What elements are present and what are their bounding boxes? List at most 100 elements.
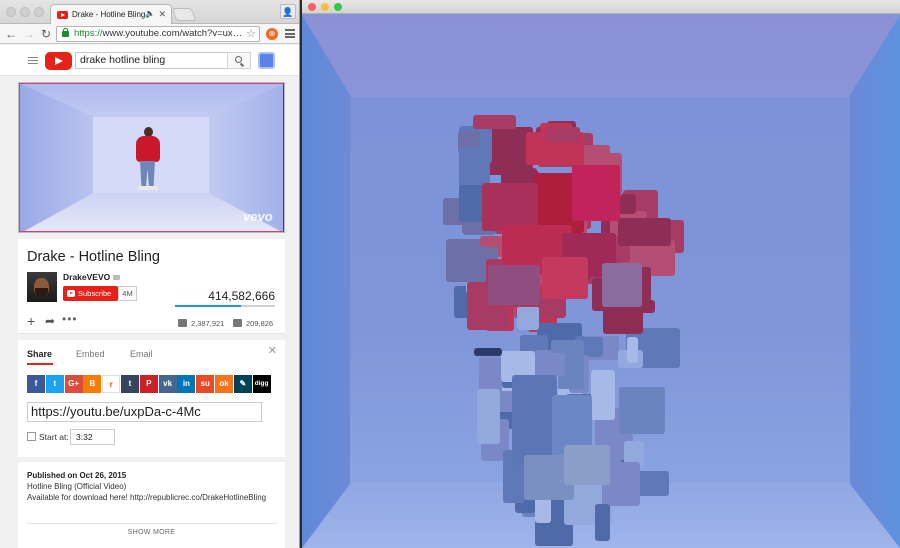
google-plus-share-button[interactable]: G+ bbox=[64, 375, 83, 393]
render-scene bbox=[302, 15, 900, 548]
browser-toolbar: ← → ↻ https://www.youtube.com/watch?v=ux… bbox=[0, 24, 299, 44]
share-url-field[interactable]: https://youtu.be/uxpDa-c-4Mc bbox=[27, 402, 262, 422]
scene-ceiling bbox=[302, 15, 900, 97]
youtube-favicon-icon bbox=[57, 11, 68, 19]
figure-block bbox=[517, 305, 540, 330]
figure-block bbox=[595, 503, 610, 541]
thumbs-up-icon bbox=[178, 319, 187, 327]
like-ratio-fill bbox=[175, 305, 241, 307]
subscribe-label: Subscribe bbox=[78, 289, 112, 298]
like-button[interactable]: 2,387,921 bbox=[178, 319, 224, 328]
figure-block bbox=[473, 115, 516, 129]
figure-block bbox=[626, 337, 638, 363]
render-window bbox=[302, 0, 900, 548]
window-close-button[interactable] bbox=[308, 3, 316, 11]
active-tab-underline bbox=[27, 363, 53, 365]
figure-block bbox=[617, 218, 672, 247]
video-title: Drake - Hotline Bling bbox=[27, 249, 160, 265]
twitter-share-button[interactable]: t bbox=[45, 375, 64, 393]
more-actions-icon[interactable]: ••• bbox=[62, 312, 78, 326]
description-line: Available for download here! http://repu… bbox=[27, 493, 267, 502]
subscribe-button[interactable]: Subscribe bbox=[63, 286, 118, 301]
blogger-share-button[interactable]: B bbox=[83, 375, 102, 393]
search-icon bbox=[235, 56, 242, 63]
youtube-play-icon bbox=[67, 290, 75, 297]
share-panel: Share Embed Email ✕ f t G+ Br t Pvk in su ok ✎ dig… bbox=[18, 340, 285, 457]
youtube-logo[interactable] bbox=[45, 52, 72, 70]
figure-block bbox=[488, 265, 540, 305]
back-arrow-icon[interactable]: ← bbox=[5, 26, 17, 42]
speaker-icon[interactable]: 🔈 bbox=[145, 9, 155, 18]
description-card: Published on Oct 26, 2015 Hotline Bling … bbox=[18, 462, 285, 548]
tab-embed[interactable]: Embed bbox=[76, 349, 105, 359]
odnoklassniki-share-button[interactable]: ok bbox=[215, 375, 233, 393]
video-player[interactable]: vevo bbox=[18, 82, 285, 233]
render-window-titlebar bbox=[302, 0, 900, 14]
share-icon[interactable]: ➦ bbox=[45, 314, 55, 328]
stumbleupon-share-button[interactable]: su bbox=[196, 375, 215, 393]
digg-share-button[interactable]: digg bbox=[252, 375, 271, 393]
tab-title: Drake - Hotline Bling bbox=[72, 10, 146, 19]
new-tab-button[interactable] bbox=[171, 8, 197, 21]
channel-name[interactable]: DrakeVEVO bbox=[63, 272, 121, 282]
figure-block bbox=[619, 386, 665, 434]
address-bar[interactable]: https://www.youtube.com/watch?v=ux… ☆ bbox=[56, 26, 260, 42]
chrome-menu-icon[interactable] bbox=[285, 29, 295, 38]
like-ratio-bar bbox=[175, 305, 275, 307]
window-minimize-button[interactable] bbox=[20, 7, 30, 17]
player-frame bbox=[19, 83, 284, 232]
forward-arrow-icon[interactable]: → bbox=[23, 26, 35, 42]
share-close-icon[interactable]: ✕ bbox=[268, 344, 277, 357]
figure-block bbox=[602, 263, 642, 307]
linkedin-share-button[interactable]: in bbox=[177, 375, 196, 393]
window-close-button[interactable] bbox=[6, 7, 16, 17]
tab-share[interactable]: Share bbox=[27, 349, 52, 359]
url-scheme: https:// bbox=[74, 28, 103, 39]
facebook-share-button[interactable]: f bbox=[27, 375, 45, 393]
figure-block bbox=[572, 165, 620, 221]
window-minimize-button[interactable] bbox=[321, 3, 329, 11]
window-zoom-button[interactable] bbox=[34, 7, 44, 17]
pinterest-share-button[interactable]: P bbox=[139, 375, 158, 393]
figure-block bbox=[591, 370, 615, 420]
figure-block bbox=[544, 127, 580, 144]
figure-block bbox=[482, 183, 538, 231]
desktop: Drake - Hotline Bling 🔈 ✕ 👤 ← → ↻ https:… bbox=[0, 0, 900, 548]
scene-left-wall bbox=[302, 15, 350, 548]
extension-icon[interactable]: ⊗ bbox=[266, 28, 278, 40]
account-avatar[interactable] bbox=[258, 52, 275, 69]
divider bbox=[27, 523, 277, 524]
figure-block bbox=[512, 375, 557, 465]
page-scrollbar[interactable] bbox=[291, 77, 299, 548]
livejournal-share-button[interactable]: ✎ bbox=[233, 375, 252, 393]
search-button[interactable] bbox=[227, 52, 251, 69]
show-more-button[interactable]: SHOW MORE bbox=[18, 529, 285, 536]
video-info-card: Drake - Hotline Bling DrakeVEVO Subscrib… bbox=[18, 239, 285, 334]
start-at-time-input[interactable]: 3:32 bbox=[70, 429, 115, 445]
bookmark-star-icon[interactable]: ☆ bbox=[246, 27, 256, 41]
reload-icon[interactable]: ↻ bbox=[41, 26, 51, 42]
start-at-label: Start at: bbox=[39, 432, 69, 442]
profile-icon[interactable]: 👤 bbox=[280, 4, 296, 19]
dislike-button[interactable]: 209,826 bbox=[233, 319, 273, 328]
scene-right-wall bbox=[850, 15, 900, 548]
guide-menu-icon[interactable] bbox=[28, 57, 38, 64]
dislike-count: 209,826 bbox=[246, 319, 274, 328]
window-zoom-button[interactable] bbox=[334, 3, 342, 11]
thumbs-down-icon bbox=[233, 319, 242, 327]
browser-tab[interactable]: Drake - Hotline Bling 🔈 ✕ bbox=[50, 4, 172, 24]
vkontakte-share-button[interactable]: vk bbox=[158, 375, 177, 393]
publish-date: Published on Oct 26, 2015 bbox=[27, 471, 127, 480]
reddit-share-button[interactable]: r bbox=[102, 375, 121, 393]
tab-close-icon[interactable]: ✕ bbox=[158, 9, 166, 20]
tumblr-share-button[interactable]: t bbox=[121, 375, 139, 393]
subscriber-count: 4M bbox=[118, 286, 137, 301]
like-count: 2,387,921 bbox=[191, 319, 225, 328]
lock-icon bbox=[62, 28, 69, 37]
start-at-checkbox[interactable] bbox=[27, 432, 36, 441]
add-to-icon[interactable]: + bbox=[27, 314, 35, 328]
tab-email[interactable]: Email bbox=[130, 349, 153, 359]
channel-avatar[interactable] bbox=[27, 272, 57, 302]
browser-window: Drake - Hotline Bling 🔈 ✕ 👤 ← → ↻ https:… bbox=[0, 0, 300, 548]
search-input[interactable]: drake hotline bling bbox=[75, 52, 228, 69]
